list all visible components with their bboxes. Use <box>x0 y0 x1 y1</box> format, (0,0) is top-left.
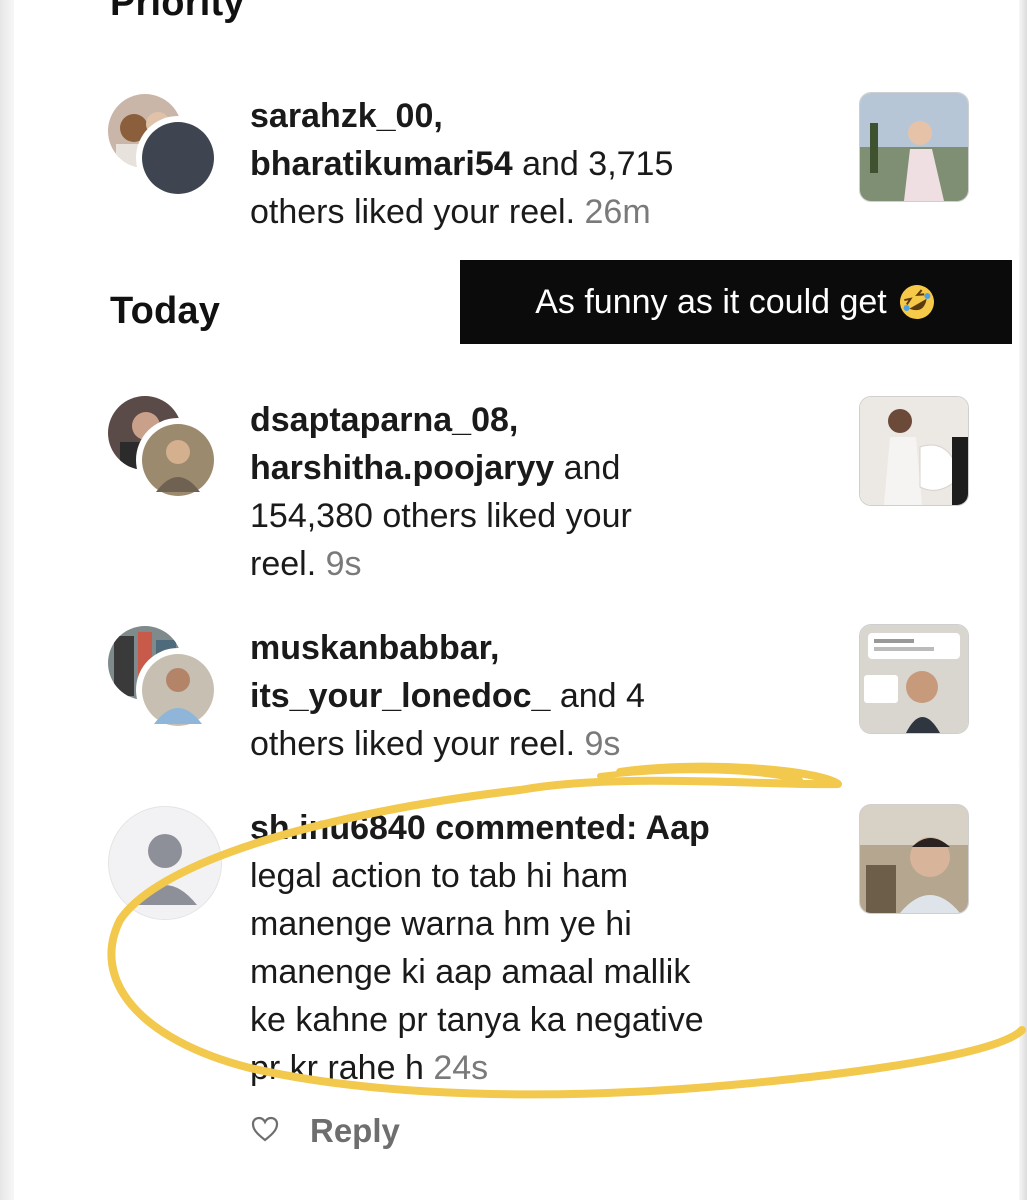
username[interactable]: dsaptaparna_08, <box>250 401 518 439</box>
reel-thumbnail[interactable] <box>859 624 969 734</box>
right-edge <box>1019 0 1027 1200</box>
notification-text: sarahzk_00, bharatikumari54 and 3,715 ot… <box>250 97 674 231</box>
username[interactable]: muskanbabbar, <box>250 629 499 667</box>
reel-thumbnail[interactable] <box>859 804 969 914</box>
timestamp: 24s <box>433 1049 489 1087</box>
heart-outline-icon[interactable] <box>250 1115 280 1148</box>
avatar[interactable] <box>136 116 220 200</box>
default-avatar-icon[interactable] <box>108 806 222 920</box>
notification-text: dsaptaparna_08, harshitha.poojaryy and 1… <box>250 401 632 583</box>
username[interactable]: harshitha.poojaryy <box>250 449 554 487</box>
reel-thumbnail[interactable] <box>859 396 969 506</box>
username[interactable]: bharatikumari54 <box>250 145 513 183</box>
notification-text: muskanbabbar, its_your_lonedoc_ and 4 ot… <box>250 629 645 763</box>
priority-heading: Priority <box>110 0 245 24</box>
timestamp: 26m <box>584 193 651 231</box>
caption-text: As funny as it could get <box>535 282 887 321</box>
reply-row: Reply <box>250 1112 400 1150</box>
today-heading: Today <box>110 290 221 332</box>
story-caption: As funny as it could get <box>460 260 1012 344</box>
username[interactable]: sh.inu6840 <box>250 809 426 847</box>
timestamp: 9s <box>584 725 621 763</box>
left-edge <box>0 0 14 1200</box>
avatar[interactable] <box>136 418 220 502</box>
username[interactable]: its_your_lonedoc_ <box>250 677 550 715</box>
rolling-on-floor-laughing-icon <box>897 282 937 322</box>
username[interactable]: sarahzk_00, <box>250 97 443 135</box>
timestamp: 9s <box>325 545 362 583</box>
comment-text: sh.inu6840 commented: Aap legal action t… <box>250 809 710 1087</box>
reel-thumbnail[interactable] <box>859 92 969 202</box>
reply-button[interactable]: Reply <box>310 1112 400 1150</box>
avatar[interactable] <box>136 648 220 732</box>
